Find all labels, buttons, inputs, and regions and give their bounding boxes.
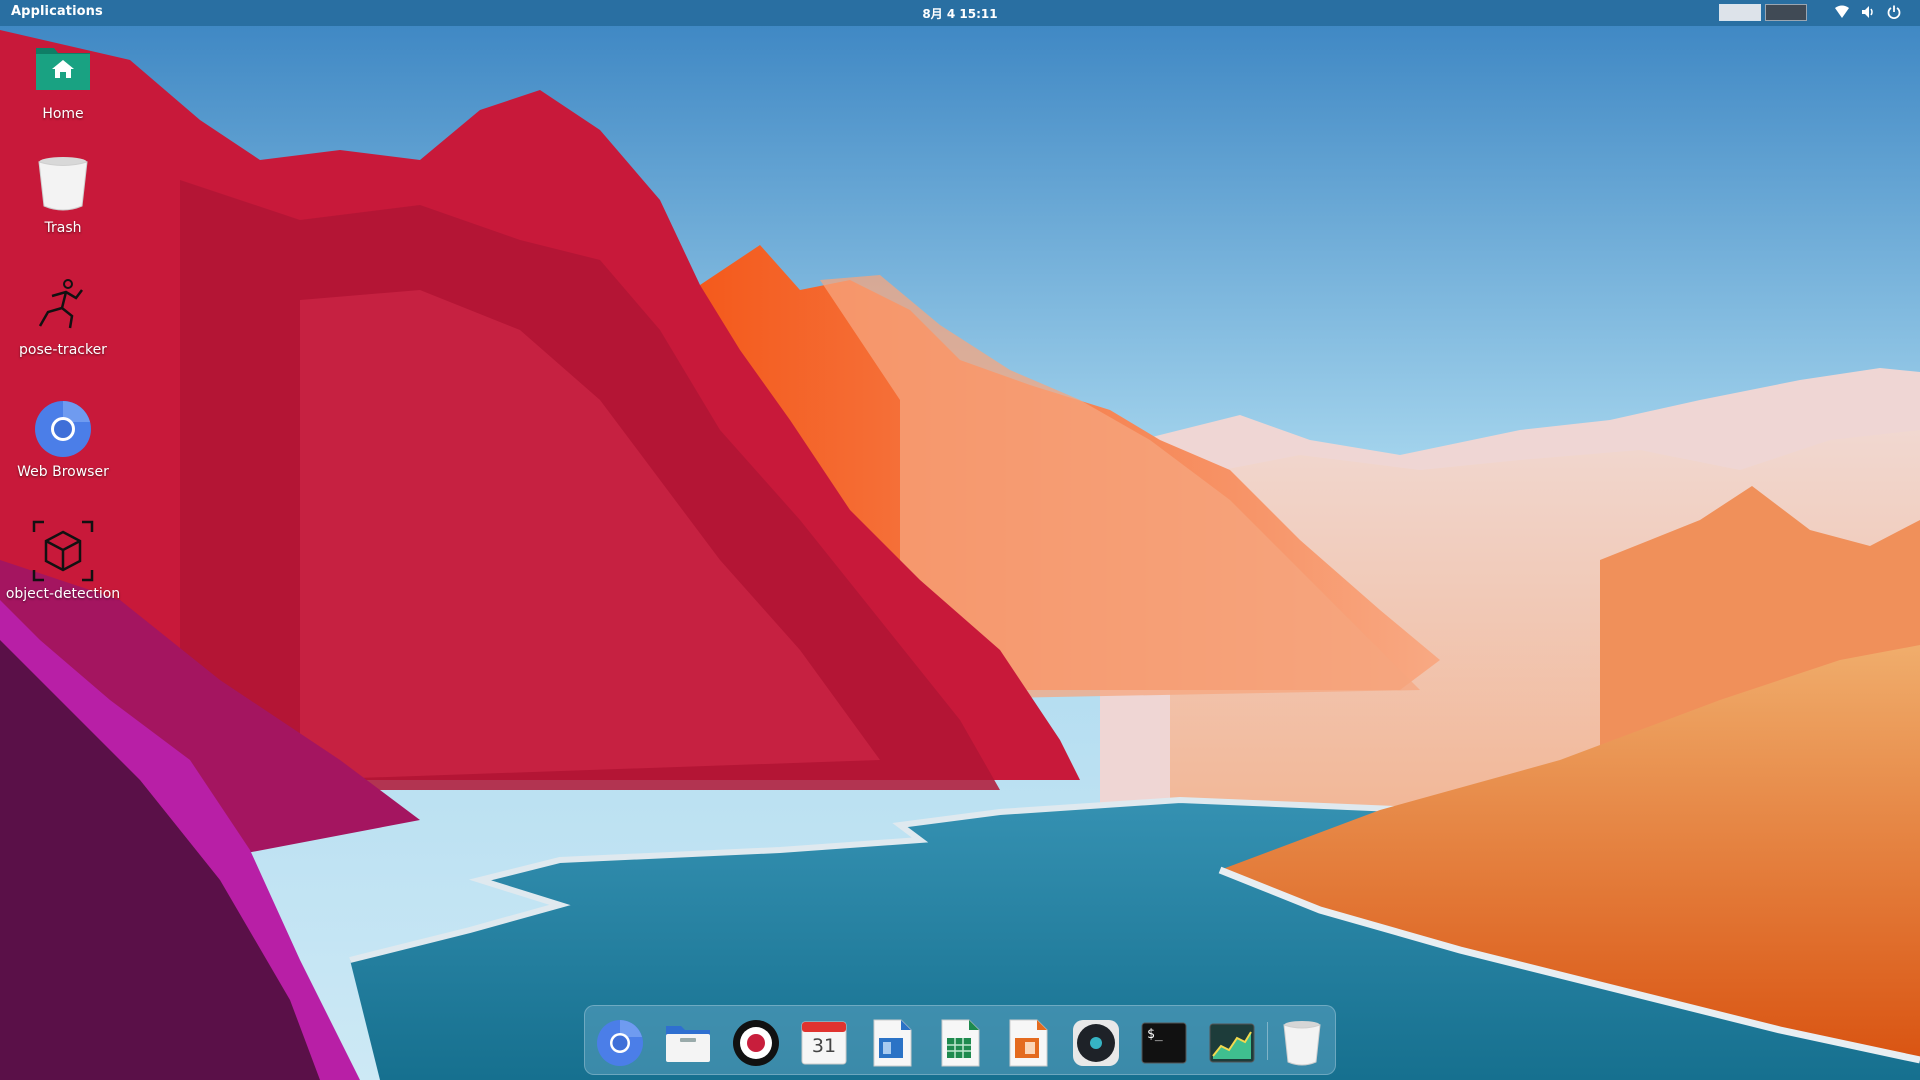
dock: 31 $_ [584,1005,1336,1075]
chromium-icon [35,401,91,457]
power-icon[interactable] [1886,4,1902,20]
desktop-icon-trash[interactable]: Trash [2,154,124,236]
clock[interactable]: 8月 4 15:11 [0,5,1920,22]
desktop-icon-label: pose-tracker [19,342,107,358]
dock-writer-icon[interactable] [867,1018,917,1068]
top-panel: Applications 8月 4 15:11 [0,0,1920,26]
running-figure-icon [38,279,83,329]
dock-trash-icon[interactable] [1277,1018,1327,1068]
desktop-icon-label: Web Browser [17,464,109,480]
dock-screen-recorder-icon[interactable] [731,1018,781,1068]
dock-separator [1267,1022,1268,1060]
terminal-prompt: $_ [1147,1027,1163,1042]
volume-icon[interactable] [1860,4,1876,20]
cube-detection-icon [32,520,94,582]
terminal-icon [1141,1022,1187,1064]
dock-music-player-icon[interactable] [1071,1018,1121,1068]
calendar-day: 31 [811,1035,837,1057]
system-tray [1834,4,1902,20]
dock-system-monitor-icon[interactable] [1207,1018,1257,1068]
dock-presentation-icon[interactable] [1003,1018,1053,1068]
workspace-1[interactable] [1719,4,1761,21]
desktop-icon-web-browser[interactable]: Web Browser [2,398,124,480]
network-icon[interactable] [1834,4,1850,20]
dock-spreadsheet-icon[interactable] [935,1018,985,1068]
desktop-icon-label: Home [42,106,84,122]
trash-icon [38,157,88,211]
workspace-switcher [1719,4,1807,21]
desktop-icon-pose-tracker[interactable]: pose-tracker [2,276,124,358]
desktop-icon-label: Trash [44,220,82,236]
dock-calendar-icon[interactable]: 31 [799,1018,849,1068]
dock-chromium-icon[interactable] [595,1018,645,1068]
desktop-icon-object-detection[interactable]: object-detection [2,520,124,602]
home-folder-icon [36,48,90,90]
dock-files-icon[interactable] [663,1018,713,1068]
dock-terminal-icon[interactable]: $_ [1139,1018,1189,1068]
desktop-icon-home[interactable]: Home [2,40,124,122]
workspace-2[interactable] [1765,4,1807,21]
desktop-icon-label: object-detection [5,586,121,602]
desktop-wallpaper [0,0,1920,1080]
